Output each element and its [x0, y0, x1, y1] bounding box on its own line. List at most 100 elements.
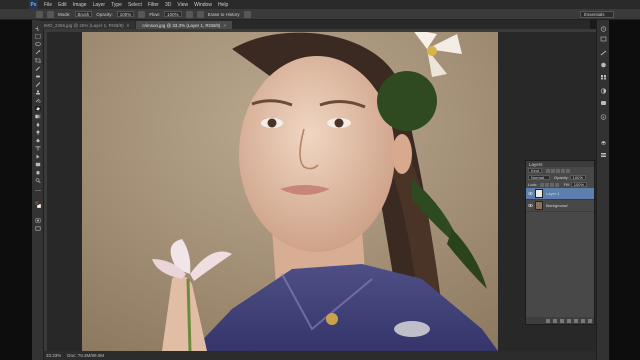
- tools-panel: [32, 20, 44, 360]
- healing-brush-tool-icon[interactable]: [35, 74, 41, 79]
- menu-filter[interactable]: Filter: [145, 2, 162, 8]
- menu-select[interactable]: Select: [125, 2, 145, 8]
- adjustments-panel-icon[interactable]: [600, 88, 607, 94]
- path-selection-tool-icon[interactable]: [35, 154, 41, 159]
- history-panel-icon[interactable]: [600, 26, 607, 32]
- tab-crimson[interactable]: crimson.jpg @ 33.3% (Layer 1, RGB/8) ×: [136, 21, 232, 29]
- channels-panel-icon[interactable]: [600, 152, 607, 158]
- adjustment-layer-icon[interactable]: [567, 318, 571, 323]
- filter-shape-icon[interactable]: [561, 168, 566, 173]
- dodge-tool-icon[interactable]: [35, 130, 41, 135]
- gradient-tool-icon[interactable]: [35, 114, 41, 119]
- info-panel-icon[interactable]: [600, 114, 607, 120]
- type-tool-icon[interactable]: [35, 146, 41, 151]
- erase-history-label: Erase to History: [207, 11, 240, 17]
- color-panel-icon[interactable]: [600, 62, 607, 68]
- more-tools-icon[interactable]: [35, 188, 41, 193]
- zoom-tool-icon[interactable]: [35, 178, 41, 183]
- pressure-size-icon[interactable]: [243, 10, 251, 18]
- eye-icon[interactable]: [528, 191, 533, 196]
- filter-pixel-icon[interactable]: [546, 168, 551, 173]
- close-tab-icon[interactable]: ×: [223, 23, 226, 28]
- lock-label: Lock:: [528, 182, 538, 187]
- mode-label: Mode:: [58, 11, 71, 17]
- lock-all-icon[interactable]: [554, 182, 559, 187]
- history-brush-tool-icon[interactable]: [35, 98, 41, 103]
- flow-input[interactable]: 100%: [164, 11, 182, 17]
- document-size[interactable]: Doc: 79.3M/89.0M: [67, 353, 104, 358]
- layers-panel: Layers Kind Normal Opacity: 100% Lock: F…: [525, 160, 595, 325]
- brush-preset-icon[interactable]: [47, 10, 54, 18]
- layer-kind-filter[interactable]: Kind: [528, 168, 543, 173]
- menu-window[interactable]: Window: [191, 2, 215, 8]
- layer-opacity-input[interactable]: 100%: [569, 175, 586, 180]
- filter-type-icon[interactable]: [556, 168, 561, 173]
- layer-row-layer-1[interactable]: Layer 1: [526, 188, 594, 200]
- right-black-margin: [609, 9, 640, 360]
- opacity-input[interactable]: 100%: [116, 11, 135, 17]
- menu-view[interactable]: View: [174, 2, 191, 8]
- photo-image[interactable]: [82, 29, 498, 351]
- color-swatches[interactable]: [35, 200, 41, 212]
- brush-tool-icon[interactable]: [35, 82, 41, 87]
- zoom-level[interactable]: 33.33%: [46, 353, 61, 358]
- layers-panel-icon[interactable]: [600, 140, 607, 146]
- swatches-panel-icon[interactable]: [600, 74, 607, 80]
- layer-opacity-label: Opacity:: [554, 175, 569, 180]
- eye-icon[interactable]: [528, 203, 533, 208]
- tab-img2366[interactable]: IMG_2366.jpg @ 25% (Layer 1, RGB/8) ×: [38, 21, 136, 29]
- screen-mode-icon[interactable]: [35, 226, 41, 231]
- new-layer-icon[interactable]: [581, 318, 585, 323]
- styles-panel-icon[interactable]: [600, 100, 607, 106]
- layer-row-background[interactable]: Background: [526, 200, 594, 212]
- tab-label: crimson.jpg @ 33.3% (Layer 1, RGB/8): [142, 22, 221, 28]
- eyedropper-tool-icon[interactable]: [35, 66, 41, 71]
- lasso-tool-icon[interactable]: [35, 42, 41, 47]
- add-mask-icon[interactable]: [560, 318, 564, 323]
- document-canvas[interactable]: [44, 29, 596, 351]
- brush-panel-icon[interactable]: [600, 50, 607, 56]
- quick-select-tool-icon[interactable]: [35, 50, 41, 55]
- menu-layer[interactable]: Layer: [90, 2, 109, 8]
- lock-transparent-icon[interactable]: [539, 182, 544, 187]
- layers-filter-row: Kind: [526, 167, 594, 174]
- close-tab-icon[interactable]: ×: [127, 23, 130, 28]
- workspace-select[interactable]: Essentials: [580, 11, 614, 18]
- fill-input[interactable]: 100%: [570, 182, 588, 187]
- layers-lock-row: Lock: Fill: 100%: [526, 181, 594, 188]
- left-black-margin: [0, 9, 32, 360]
- properties-panel-icon[interactable]: [600, 36, 607, 42]
- menu-image[interactable]: Image: [70, 2, 90, 8]
- menu-edit[interactable]: Edit: [55, 2, 70, 8]
- layer-style-icon[interactable]: [553, 318, 557, 323]
- shape-tool-icon[interactable]: [35, 162, 41, 167]
- menu-help[interactable]: Help: [215, 2, 231, 8]
- link-layers-icon[interactable]: [546, 318, 550, 323]
- eraser-tool-icon[interactable]: [36, 10, 43, 18]
- pen-tool-icon[interactable]: [35, 138, 41, 143]
- blend-mode-select[interactable]: Normal: [528, 175, 550, 180]
- clone-stamp-tool-icon[interactable]: [35, 90, 41, 95]
- blur-tool-icon[interactable]: [35, 122, 41, 127]
- pressure-opacity-icon[interactable]: [138, 10, 146, 18]
- new-group-icon[interactable]: [574, 318, 578, 323]
- filter-adjust-icon[interactable]: [551, 168, 556, 173]
- erase-history-checkbox[interactable]: [196, 10, 204, 18]
- lock-position-icon[interactable]: [549, 182, 554, 187]
- marquee-tool-icon[interactable]: [35, 34, 41, 39]
- hand-tool-icon[interactable]: [35, 170, 41, 175]
- layer-name: Layer 1: [546, 191, 560, 196]
- menu-type[interactable]: Type: [108, 2, 125, 8]
- delete-layer-icon[interactable]: [588, 318, 592, 323]
- mode-select[interactable]: Brush: [74, 11, 93, 17]
- menu-3d[interactable]: 3D: [162, 2, 174, 8]
- crop-tool-icon[interactable]: [35, 58, 41, 63]
- lock-pixels-icon[interactable]: [544, 182, 549, 187]
- airbrush-icon[interactable]: [185, 10, 193, 18]
- filter-smart-icon[interactable]: [566, 168, 571, 173]
- menu-bar: Ps File Edit Image Layer Type Select Fil…: [0, 0, 640, 9]
- quick-mask-icon[interactable]: [35, 218, 41, 223]
- eraser-tool-icon-active[interactable]: [35, 106, 41, 111]
- menu-file[interactable]: File: [41, 2, 55, 8]
- layers-blend-row: Normal Opacity: 100%: [526, 174, 594, 181]
